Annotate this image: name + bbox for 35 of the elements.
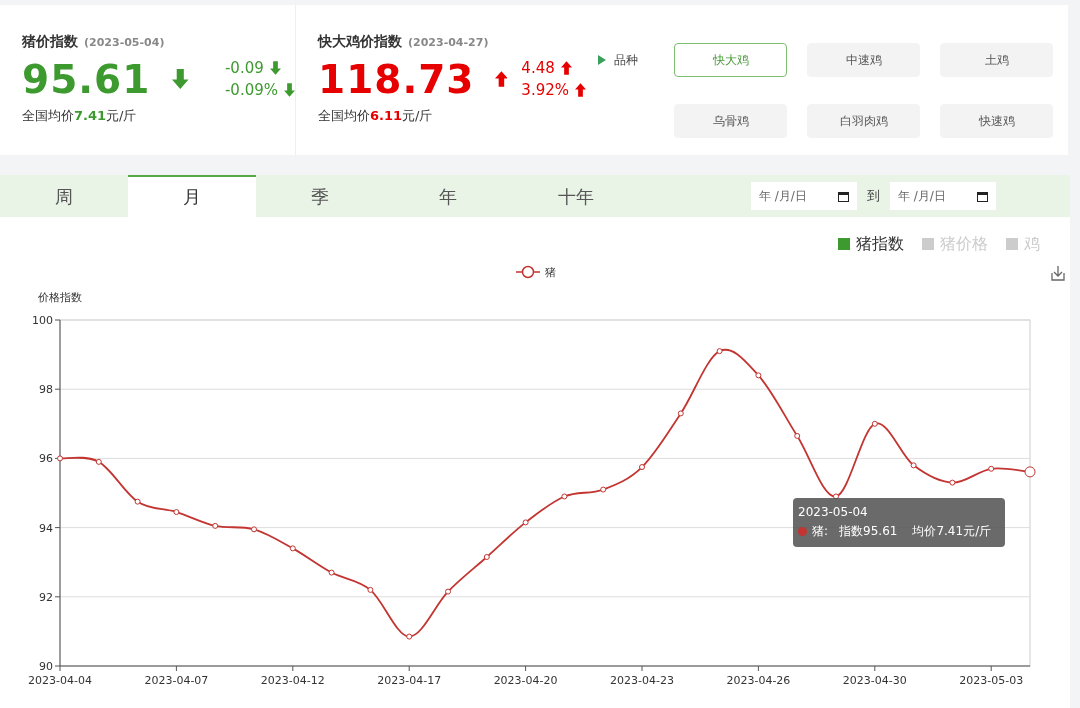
average-price: 全国均价7.41元/斤 bbox=[22, 107, 138, 125]
range-separator: 到 bbox=[867, 187, 880, 205]
tooltip-price: 均价7.41元/斤 bbox=[912, 523, 992, 540]
y-tick-label: 100 bbox=[32, 314, 53, 327]
index-date: (2023-04-27) bbox=[408, 36, 489, 49]
variety-label: 品种 bbox=[614, 51, 638, 69]
x-tick-label: 2023-04-30 bbox=[842, 674, 907, 687]
index-title: 猪价指数 bbox=[22, 33, 78, 51]
y-tick-label: 94 bbox=[39, 521, 53, 535]
y-tick-label: 96 bbox=[39, 452, 53, 466]
tooltip-index: 指数95.61 bbox=[839, 523, 898, 540]
change-value: 4.48 bbox=[521, 59, 555, 77]
x-tick-label: 2023-04-23 bbox=[610, 674, 674, 687]
x-tick-label: 2023-04-20 bbox=[493, 674, 558, 687]
change-percent: 3.92% bbox=[521, 81, 569, 99]
x-tick-label: 2023-04-04 bbox=[28, 674, 92, 687]
y-tick-label: 90 bbox=[39, 660, 53, 673]
index-value: 95.61 bbox=[22, 56, 151, 102]
change-value: -0.09 bbox=[224, 59, 264, 77]
average-price: 全国均价6.11元/斤 bbox=[318, 107, 434, 125]
tooltip-date: 2023-05-04 bbox=[798, 504, 869, 521]
change-percent: -0.09% bbox=[224, 81, 278, 99]
legend-label: 猪 bbox=[545, 266, 556, 279]
y-tick-label: 98 bbox=[39, 383, 53, 397]
y-tick-label: 92 bbox=[39, 590, 53, 604]
x-tick-label: 2023-04-12 bbox=[260, 674, 325, 687]
axis-title: 价格指数 bbox=[38, 291, 82, 304]
index-value: 118.73 bbox=[318, 56, 475, 102]
tooltip-series: 猪: bbox=[812, 523, 829, 540]
x-tick-label: 2023-04-17 bbox=[377, 674, 442, 687]
index-date: (2023-05-04) bbox=[84, 36, 165, 49]
x-tick-label: 2023-04-07 bbox=[144, 674, 209, 687]
x-tick-label: 2023-05-03 bbox=[959, 674, 1024, 687]
index-title: 快大鸡价指数 bbox=[318, 33, 402, 51]
x-tick-label: 2023-04-26 bbox=[726, 674, 791, 687]
